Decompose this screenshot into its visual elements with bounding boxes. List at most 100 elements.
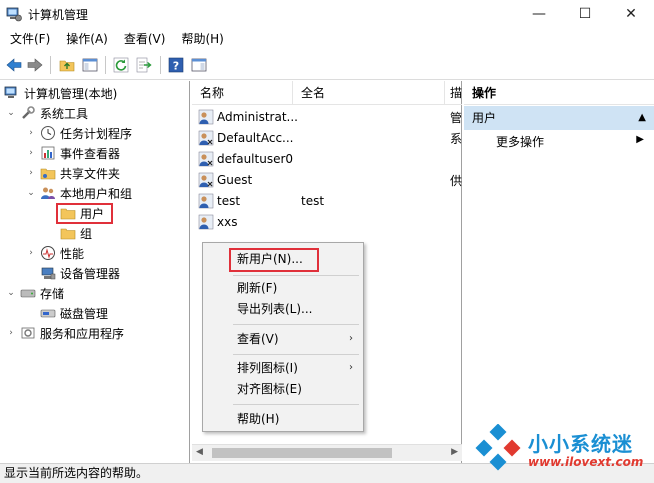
up-folder-icon[interactable]: [58, 56, 76, 74]
menu-bar: 文件(F) 操作(A) 查看(V) 帮助(H): [0, 28, 654, 50]
minimize-button[interactable]: —: [516, 0, 562, 28]
services-icon: [21, 327, 35, 339]
user-icon: [198, 193, 214, 209]
actions-section-label: 用户: [472, 111, 497, 125]
table-row[interactable]: Administrat... 管: [192, 107, 462, 127]
menu-item-refresh[interactable]: 刷新(F): [237, 278, 277, 298]
close-button[interactable]: ✕: [608, 0, 654, 28]
properties-view-icon[interactable]: [190, 56, 208, 74]
menu-separator: [233, 354, 359, 355]
menu-item-view[interactable]: 查看(V): [237, 329, 279, 349]
table-row[interactable]: Guest 供: [192, 170, 462, 190]
table-row[interactable]: defaultuser0: [192, 149, 293, 169]
folder-icon: [60, 228, 76, 240]
chevron-down-icon[interactable]: ⌄: [6, 288, 16, 298]
tree-label: 计算机管理(本地): [24, 86, 118, 101]
computer-management-icon: [6, 7, 22, 22]
site-watermark: 小小系统迷 www.ilovext.com: [470, 422, 654, 480]
column-header-description[interactable]: 描: [445, 81, 462, 105]
tree-label: 组: [80, 226, 93, 241]
user-description: 系: [450, 131, 463, 146]
scrollbar-thumb[interactable]: [212, 448, 392, 458]
tree-item-event-viewer[interactable]: › 事件查看器: [26, 143, 120, 163]
tree-item-performance[interactable]: › 性能: [26, 243, 84, 263]
chevron-right-icon[interactable]: ›: [26, 128, 36, 138]
table-row[interactable]: test test: [192, 191, 324, 211]
tree-item-system-tools[interactable]: ⌄ 系统工具: [6, 103, 88, 123]
tree-item-services-apps[interactable]: › 服务和应用程序: [6, 323, 124, 343]
toolbar-separator: [50, 56, 51, 74]
menu-item-export-list[interactable]: 导出列表(L)...: [237, 299, 313, 319]
chevron-right-icon[interactable]: ▶: [636, 134, 644, 145]
chevron-right-icon[interactable]: ›: [26, 168, 36, 178]
forward-arrow-icon[interactable]: [26, 56, 44, 74]
navigation-tree-pane[interactable]: 计算机管理(本地) ⌄ 系统工具 › 任务计划程序 › 事件查看器 › 共享文件…: [0, 81, 190, 463]
scroll-left-icon[interactable]: ◀: [196, 447, 203, 457]
submenu-arrow-icon: ›: [349, 362, 353, 373]
table-row[interactable]: DefaultAcc... 系: [192, 128, 462, 148]
watermark-name: 小小系统迷: [528, 432, 633, 456]
back-arrow-icon[interactable]: [5, 56, 23, 74]
shared-folder-icon: [40, 168, 56, 180]
user-name: Guest: [217, 173, 253, 187]
menu-separator: [233, 324, 359, 325]
tree-label: 设备管理器: [60, 266, 121, 281]
tree-item-root[interactable]: 计算机管理(本地): [4, 83, 117, 103]
user-icon: [198, 214, 214, 230]
chevron-right-icon[interactable]: ›: [26, 248, 36, 258]
tree-item-local-users-groups[interactable]: ⌄ 本地用户和组: [26, 183, 132, 203]
table-row[interactable]: xxs: [192, 212, 237, 232]
tree-label: 性能: [60, 246, 85, 261]
maximize-button[interactable]: ☐: [562, 0, 608, 28]
context-menu: 新用户(N)... 刷新(F) 导出列表(L)... 查看(V) › 排列图标(…: [202, 242, 364, 432]
export-list-icon[interactable]: [135, 56, 153, 74]
horizontal-scrollbar[interactable]: ◀ ▶: [192, 444, 462, 461]
user-icon: [198, 130, 214, 146]
show-hide-tree-icon[interactable]: [81, 56, 99, 74]
tree-item-storage[interactable]: ⌄ 存储: [6, 283, 64, 303]
clock-icon: [41, 126, 55, 140]
tree-item-shared-folders[interactable]: › 共享文件夹: [26, 163, 120, 183]
help-icon[interactable]: ?: [167, 56, 185, 74]
user-description: 管: [450, 110, 463, 125]
column-header-fullname[interactable]: 全名: [293, 81, 445, 105]
user-name: Administrat...: [217, 110, 298, 124]
tools-icon: [22, 106, 35, 119]
more-actions-link[interactable]: 更多操作: [496, 133, 544, 151]
menu-item-arrange-icons[interactable]: 排列图标(I): [237, 358, 298, 378]
refresh-icon[interactable]: [112, 56, 130, 74]
tree-label: 系统工具: [40, 106, 89, 121]
tree-item-device-manager[interactable]: 设备管理器: [40, 263, 120, 283]
new-user-highlight-box: [229, 248, 319, 272]
menu-file[interactable]: 文件(F): [4, 28, 56, 50]
collapse-up-icon[interactable]: ▲: [638, 106, 646, 130]
tree-label: 共享文件夹: [60, 166, 121, 181]
event-viewer-icon: [41, 146, 55, 160]
menu-separator: [233, 275, 359, 276]
chevron-right-icon[interactable]: ›: [6, 328, 16, 338]
tree-item-groups[interactable]: 组: [60, 223, 92, 243]
tree-label: 磁盘管理: [60, 306, 109, 321]
users-group-icon: [41, 187, 55, 199]
storage-icon: [20, 289, 36, 298]
menu-help[interactable]: 帮助(H): [175, 28, 229, 50]
user-description: 供: [450, 173, 463, 188]
actions-header: 操作: [464, 81, 654, 105]
chevron-right-icon[interactable]: ›: [26, 148, 36, 158]
menu-view[interactable]: 查看(V): [118, 28, 172, 50]
tree-label: 存储: [40, 286, 65, 301]
watermark-url: www.ilovext.com: [528, 455, 644, 469]
window-title: 计算机管理: [28, 8, 89, 22]
chevron-down-icon[interactable]: ⌄: [26, 188, 36, 198]
tree-item-disk-management[interactable]: 磁盘管理: [40, 303, 108, 323]
actions-section-users[interactable]: 用户 ▲: [464, 106, 654, 130]
scroll-right-icon[interactable]: ▶: [451, 447, 458, 457]
users-highlight-box: [56, 203, 113, 224]
menu-item-help[interactable]: 帮助(H): [237, 409, 279, 429]
menu-action[interactable]: 操作(A): [60, 28, 114, 50]
chevron-down-icon[interactable]: ⌄: [6, 108, 16, 118]
computer-management-icon: [4, 86, 17, 98]
tree-item-task-scheduler[interactable]: › 任务计划程序: [26, 123, 132, 143]
column-header-name[interactable]: 名称: [192, 81, 292, 105]
menu-item-align-icons[interactable]: 对齐图标(E): [237, 379, 302, 399]
